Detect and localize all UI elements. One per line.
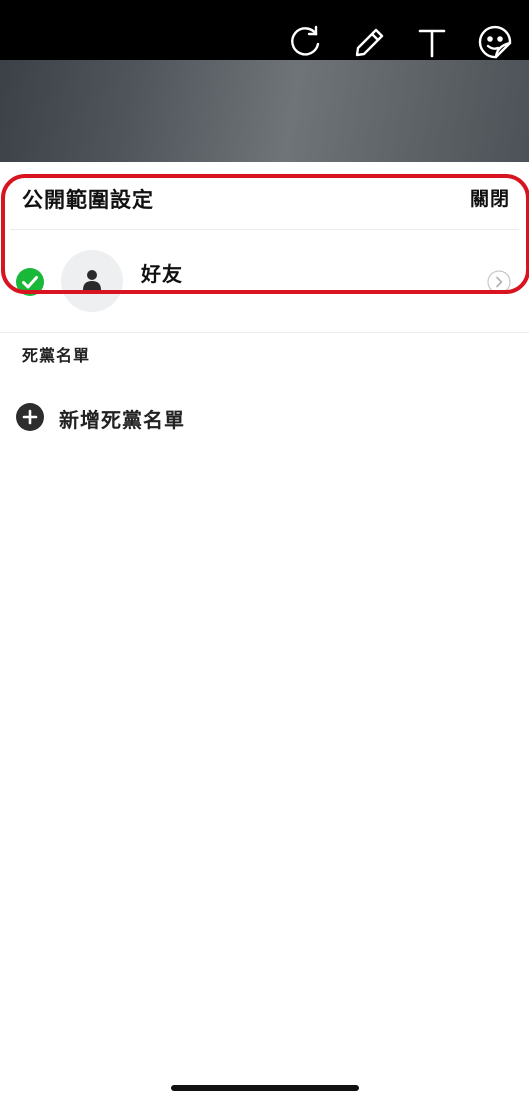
close-button[interactable]: 關閉 xyxy=(470,184,510,211)
avatar xyxy=(61,250,123,312)
plus-icon xyxy=(16,403,44,431)
sheet-title: 公開範圍設定 xyxy=(22,188,154,212)
add-close-friends-label: 新增死黨名單 xyxy=(59,408,185,432)
rotate-icon[interactable] xyxy=(285,22,325,62)
sticker-icon[interactable] xyxy=(476,22,516,62)
section-title: 死黨名單 xyxy=(22,346,91,365)
person-icon xyxy=(83,270,101,290)
pen-icon[interactable] xyxy=(349,22,389,62)
divider xyxy=(10,229,519,230)
chevron-right-icon[interactable] xyxy=(487,270,511,294)
home-indicator xyxy=(171,1085,359,1091)
option-label: 好友 xyxy=(141,262,183,286)
check-icon xyxy=(16,268,44,296)
text-icon[interactable] xyxy=(412,22,452,62)
divider xyxy=(0,332,529,333)
photo-preview xyxy=(0,60,529,162)
